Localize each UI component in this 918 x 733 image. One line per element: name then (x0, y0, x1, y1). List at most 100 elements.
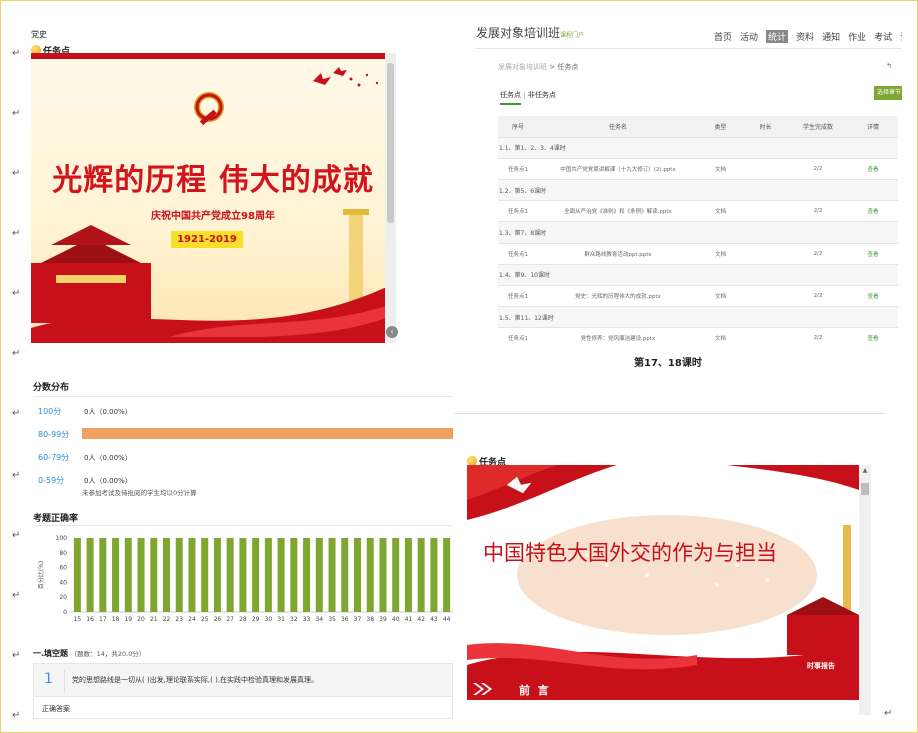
divider (33, 525, 453, 526)
breadcrumb-root[interactable]: 发展对象培训班 (498, 63, 547, 71)
x-tick-label: 44 (443, 616, 451, 623)
x-tick-label: 34 (315, 616, 323, 623)
quiz-section: 一.填空题 （题数：14，共20.0分） (33, 648, 145, 659)
nav-homework[interactable]: 作业 (848, 30, 866, 43)
x-tick-label: 25 (201, 616, 209, 623)
bar (226, 538, 234, 612)
band-value-0: 0人（0.00%） (84, 477, 132, 485)
slide-preview-2[interactable]: 中国特色大国外交的作为与担当 时事报告 前 言 (467, 465, 859, 713)
bar (112, 538, 120, 612)
x-tick-label: 33 (303, 616, 311, 623)
nav-discuss[interactable]: 讨论 (900, 30, 902, 43)
view-link[interactable]: 查看 (848, 200, 898, 223)
table-row: 任务点1 党史：光辉的历程伟大的成就.pptx 文档 2/2 查看 (498, 285, 898, 308)
x-tick-label: 42 (417, 616, 425, 623)
x-tick-label: 19 (124, 616, 132, 623)
return-mark: ↵ (12, 168, 21, 179)
question-text: 党的思想路线是一切从( )出发,理论联系实际,( ),在实践中检验真理和发展真理… (72, 676, 319, 684)
slide2-decoration (467, 465, 859, 713)
nav-exam[interactable]: 考试 (874, 30, 892, 43)
x-tick-label: 15 (74, 616, 82, 623)
x-tick-label: 20 (137, 616, 145, 623)
view-link[interactable]: 查看 (848, 285, 898, 308)
nav-stats[interactable]: 统计 (766, 30, 789, 43)
tab-bar: 任务点 | 非任务点 (500, 90, 556, 105)
table-group-row: 1.5、第11、12课时 (498, 306, 898, 329)
y-tick-label: 0 (63, 609, 67, 616)
x-tick-label: 22 (163, 616, 171, 623)
x-tick-label: 26 (214, 616, 222, 623)
y-tick-label: 20 (59, 594, 67, 601)
breadcrumb: 发展对象培训班 > 任务点 (498, 63, 579, 71)
bar (430, 538, 438, 612)
table-group-row: 1.3、第7、8课时 (498, 221, 898, 244)
quiz-section-title: 一.填空题 (33, 649, 69, 658)
slide1-scrollbar[interactable] (385, 53, 396, 343)
bar (328, 538, 336, 612)
band-value-100: 0人（0.00%） (84, 408, 132, 416)
bar (404, 538, 412, 612)
breadcrumb-current: 任务点 (557, 63, 579, 71)
quiz-section-meta: （题数：14，共20.0分） (70, 650, 146, 658)
band-label-0: 0-59分 (38, 476, 65, 485)
x-tick-label: 30 (265, 616, 273, 623)
task-table: 序号 任务名 类型 时长 学生完成数 详情 1.1、第1、2、3、4课时 任务点… (498, 116, 898, 348)
return-mark: ↵ (12, 48, 21, 59)
x-tick-label: 40 (392, 616, 400, 623)
x-tick-label: 24 (188, 616, 196, 623)
nav-notice[interactable]: 通知 (822, 30, 840, 43)
scroll-up-icon[interactable]: ▲ (861, 467, 869, 475)
bar (264, 538, 272, 612)
tab-task-point[interactable]: 任务点 (500, 91, 521, 105)
back-icon[interactable]: ↰ (886, 62, 892, 70)
accuracy-chart: 百分比(%) 0 20 40 60 80 100 15 16 17 18 19 20 21 22 23 24 25… (37, 535, 453, 623)
return-mark: ↵ (884, 708, 893, 719)
table-row: 任务点1 全面从严治党《准则》和《条例》解读.pptx 文档 2/2 查看 (498, 200, 898, 223)
return-mark: ↵ (12, 228, 21, 239)
nav-activity[interactable]: 活动 (740, 30, 758, 43)
bar (239, 538, 247, 612)
slide2-scrollbar[interactable]: ▲ (859, 465, 871, 715)
view-link[interactable]: 查看 (848, 327, 898, 348)
question-number: 1 (44, 671, 53, 687)
bar (188, 538, 196, 612)
band-label-60: 60-79分 (38, 453, 70, 462)
score-dist-title: 分数分布 (33, 383, 70, 393)
slide-preview-1[interactable]: 光辉的历程 伟大的成就 庆祝中国共产党成立98周年 1921-2019 (31, 53, 395, 343)
table-row: 任务点1 党性修养：党风廉洁建设.pptx 文档 2/2 查看 (498, 327, 898, 348)
table-row: 任务点1 中国共产党党章讲解课（十九大修订）(2).pptx 文档 2/2 查看 (498, 158, 898, 181)
slide1-title: 光辉的历程 伟大的成就 (52, 163, 374, 198)
party-emblem-icon (194, 92, 224, 126)
return-mark: ↵ (12, 710, 21, 721)
bar (341, 538, 349, 612)
bar (73, 538, 81, 612)
score-note: 未参加考试及待批阅的学生均以0分计算 (82, 489, 197, 497)
bar (443, 538, 451, 612)
tab-non-task-point[interactable]: 非任务点 (528, 91, 556, 99)
table-header: 序号 任务名 类型 时长 学生完成数 详情 (498, 116, 898, 138)
bar (303, 538, 311, 612)
scrollbar-thumb[interactable] (861, 483, 869, 495)
nav-materials[interactable]: 资料 (796, 30, 814, 43)
course-portal-link[interactable]: 课程门户 (560, 32, 584, 39)
nav-home[interactable]: 首页 (714, 30, 732, 43)
x-tick-label: 35 (328, 616, 336, 623)
view-link[interactable]: 查看 (848, 158, 898, 181)
accuracy-title: 考题正确率 (33, 514, 79, 524)
slide1-years: 1921-2019 (171, 231, 243, 248)
select-chapter-button[interactable]: 选择章节 (874, 86, 902, 100)
scrollbar-thumb[interactable] (387, 63, 394, 223)
divider (33, 396, 453, 397)
question-card: 1 党的思想路线是一切从( )出发,理论联系实际,( ),在实践中检验真理和发展… (33, 663, 453, 697)
view-link[interactable]: 查看 (848, 243, 898, 265)
x-tick-label: 28 (239, 616, 247, 623)
collapse-icon[interactable]: ‹ (386, 326, 398, 338)
return-mark: ↵ (12, 288, 21, 299)
course-title: 发展对象培训班 (476, 26, 561, 40)
x-tick-label: 41 (405, 616, 413, 623)
band-bar-80 (82, 428, 453, 439)
bar (213, 538, 221, 612)
x-tick-label: 17 (99, 616, 107, 623)
return-mark: ↵ (12, 108, 21, 119)
bar (392, 538, 400, 612)
